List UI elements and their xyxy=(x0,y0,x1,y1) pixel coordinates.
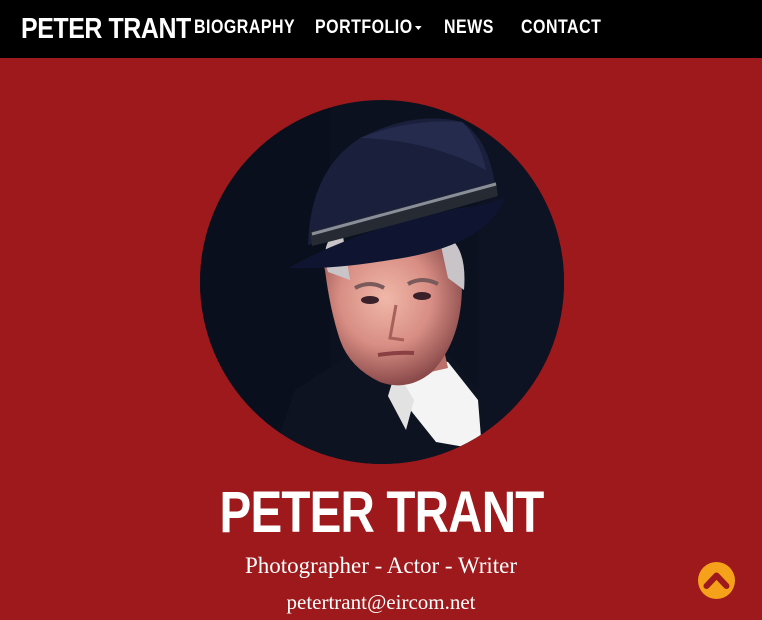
nav-item-portfolio[interactable]: PORTFOLIO xyxy=(315,16,422,40)
caret-down-icon xyxy=(415,25,422,30)
nav-item-contact[interactable]: CONTACT xyxy=(521,16,601,40)
hero-title-text: PETER TRANT xyxy=(219,480,544,545)
hero-title: PETER TRANT xyxy=(0,478,762,548)
chevron-up-icon xyxy=(703,572,730,589)
email-link[interactable]: petertrant@eircom.net xyxy=(0,588,762,616)
portrait-photo xyxy=(200,100,564,464)
nav-item-portfolio-label: PORTFOLIO xyxy=(315,17,413,38)
back-to-top-button[interactable] xyxy=(698,562,735,599)
brand-logo[interactable]: PETER TRANT xyxy=(21,11,191,47)
navbar: PETER TRANT BIOGRAPHY PORTFOLIO NEWS CON… xyxy=(0,0,762,58)
hero-tagline: Photographer - Actor - Writer xyxy=(244,553,517,578)
portrait-image xyxy=(200,100,564,464)
nav-item-news[interactable]: NEWS xyxy=(444,16,494,40)
nav-item-biography[interactable]: BIOGRAPHY xyxy=(194,16,295,40)
